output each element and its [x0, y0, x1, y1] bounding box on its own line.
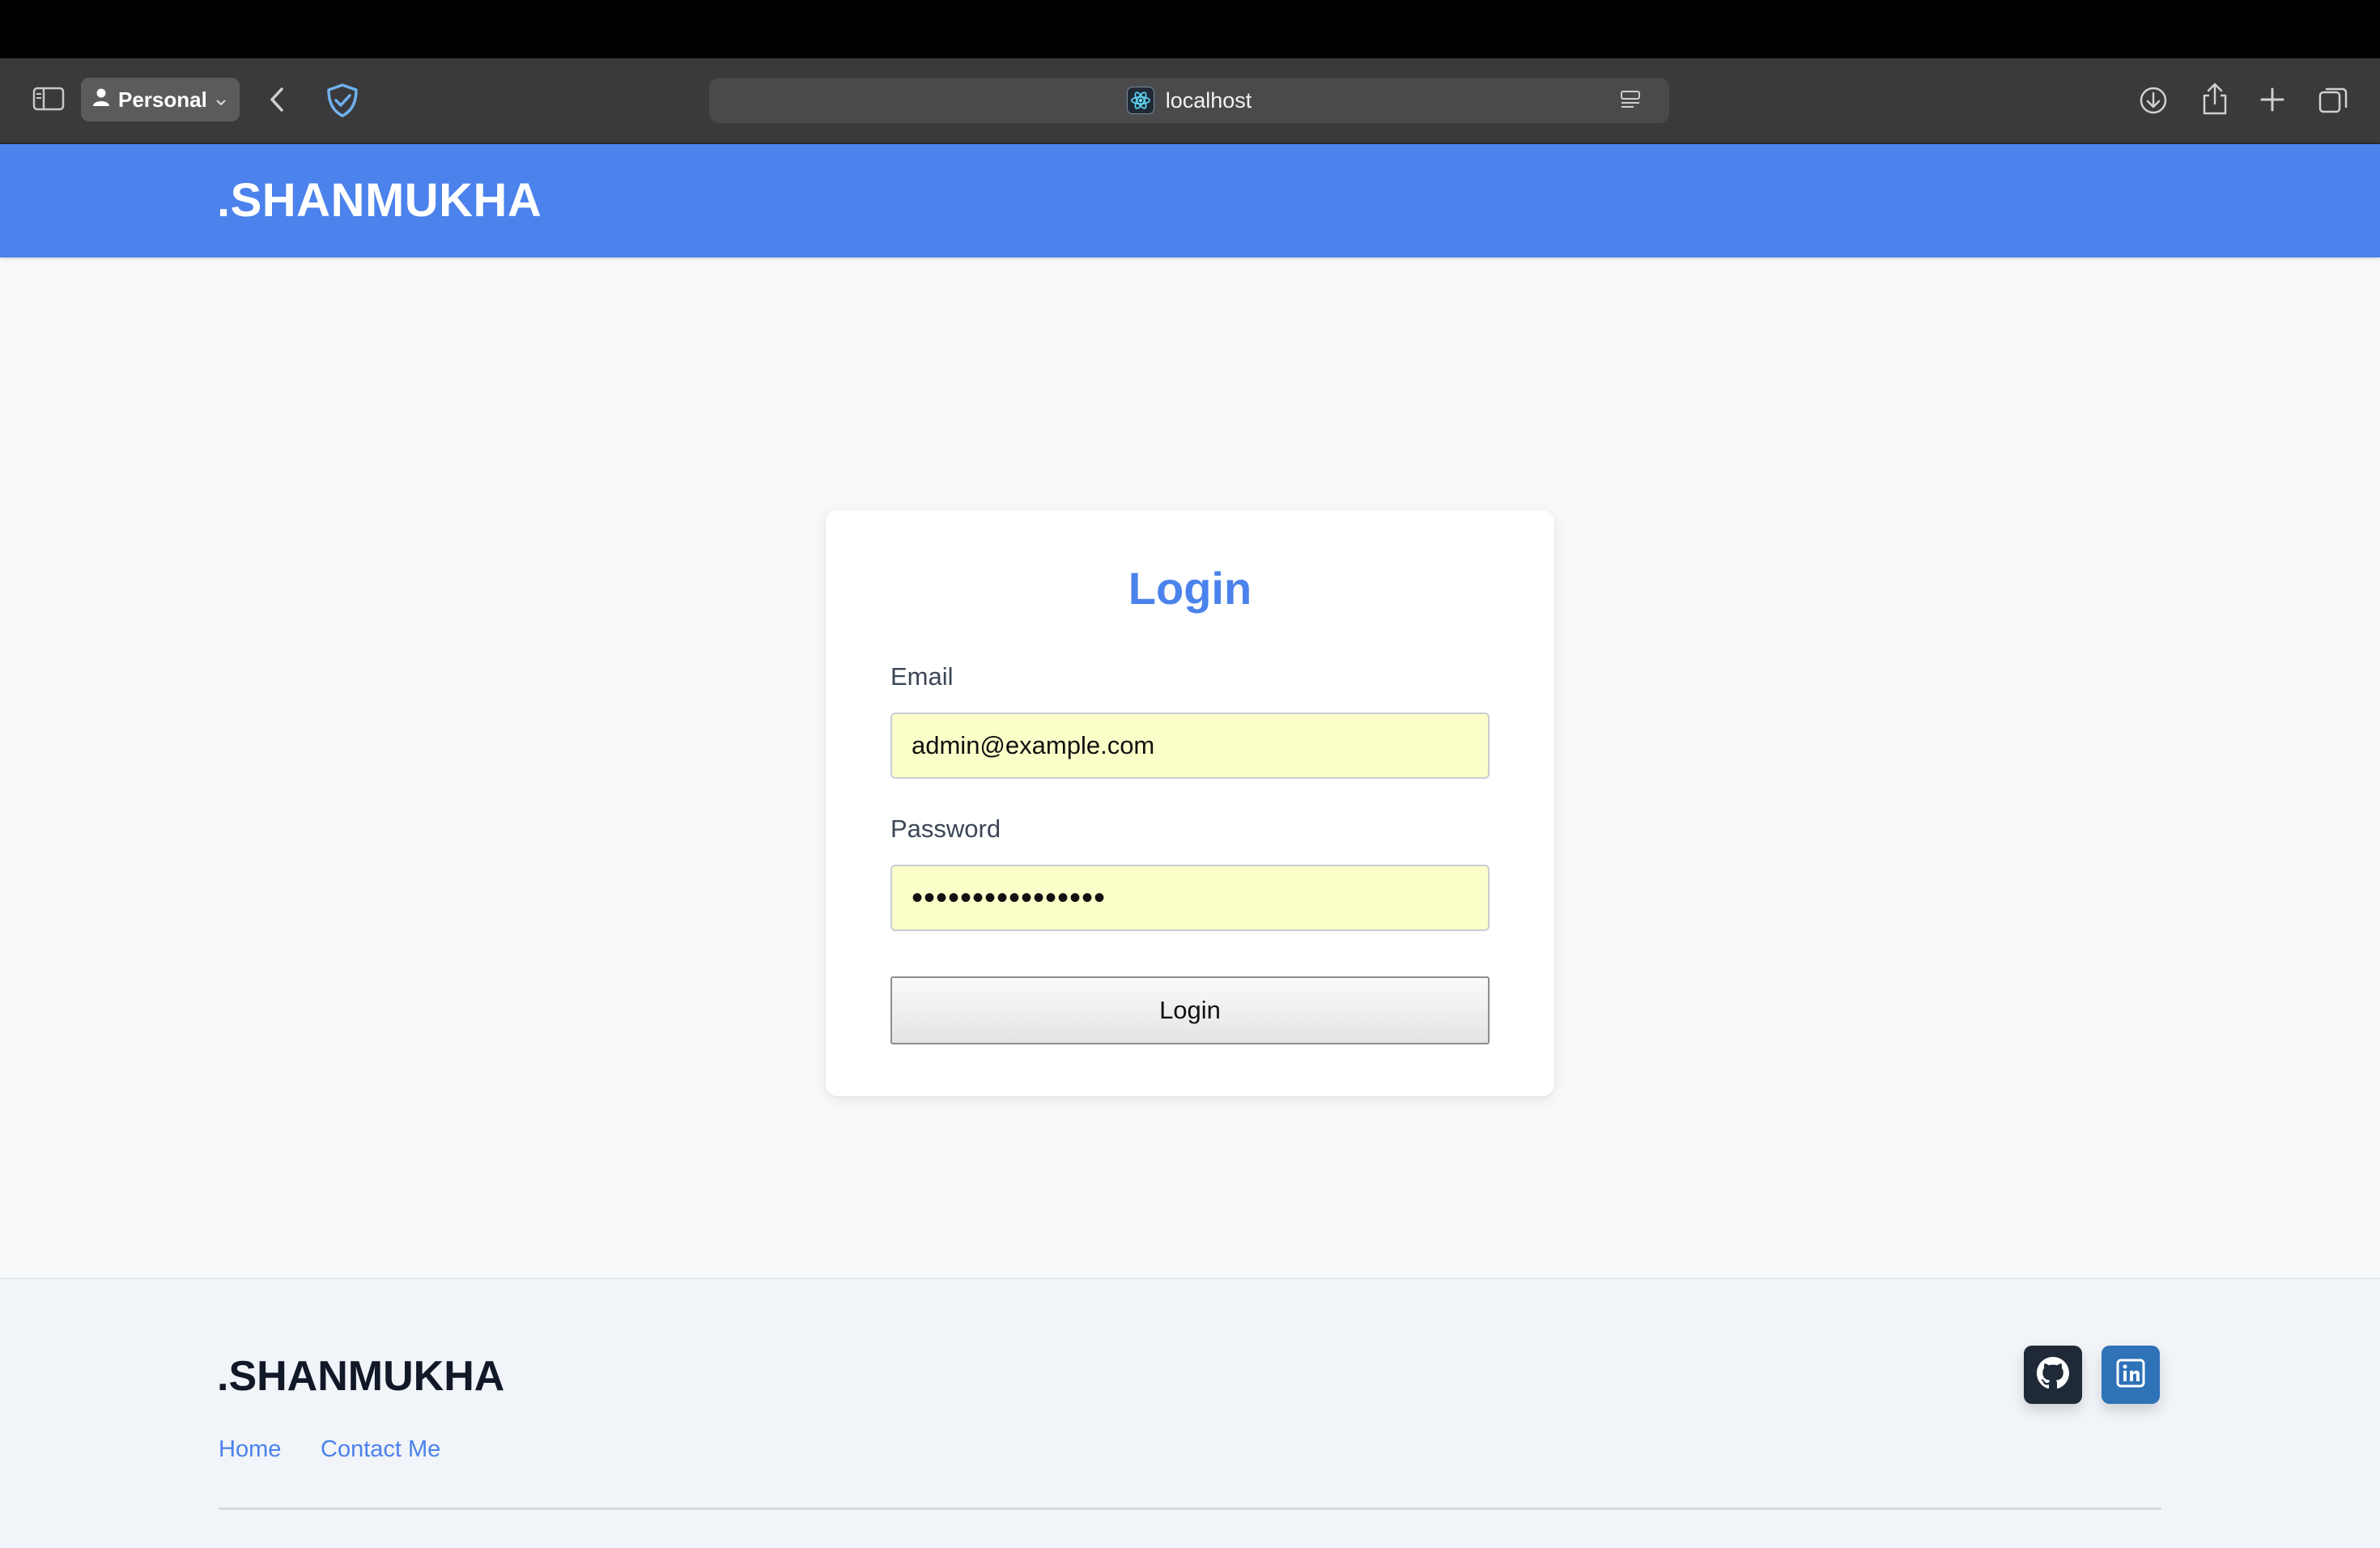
tab-overview-icon[interactable]: [2317, 84, 2349, 117]
brand-logo[interactable]: .SHANMUKHA: [217, 173, 542, 228]
footer-brand: .SHANMUKHA: [217, 1353, 505, 1400]
linkedin-button[interactable]: [2102, 1346, 2160, 1404]
downloads-icon[interactable]: [2137, 84, 2170, 117]
menu-bar: [0, 0, 2380, 58]
shield-icon[interactable]: [325, 83, 359, 118]
site-header: .SHANMUKHA: [0, 144, 2380, 257]
profile-selector[interactable]: Personal: [81, 78, 240, 121]
profile-label: Personal: [118, 87, 207, 112]
person-icon: [92, 87, 110, 113]
footer-link-home[interactable]: Home: [219, 1436, 281, 1463]
email-field[interactable]: [890, 712, 1490, 779]
address-bar[interactable]: localhost: [709, 78, 1669, 123]
login-title: Login: [1128, 563, 1252, 614]
chevron-down-icon: [215, 87, 227, 113]
react-favicon-icon: [1126, 87, 1154, 114]
login-card: Login Email Password Login: [826, 510, 1554, 1096]
browser-toolbar: Personal localhost: [0, 58, 2380, 144]
password-label: Password: [890, 814, 1001, 843]
address-text: localhost: [1165, 87, 1252, 113]
footer-divider: [219, 1508, 2161, 1510]
share-icon[interactable]: [2199, 81, 2231, 117]
reader-mode-icon[interactable]: [1619, 89, 1642, 117]
login-button[interactable]: Login: [890, 976, 1490, 1044]
github-button[interactable]: [2024, 1346, 2082, 1404]
sidebar-toggle-icon[interactable]: [32, 86, 65, 112]
footer-link-contact[interactable]: Contact Me: [321, 1436, 440, 1463]
email-label: Email: [890, 662, 954, 691]
site-footer: .SHANMUKHA Home Contact Me: [0, 1278, 2380, 1548]
new-tab-icon[interactable]: [2257, 84, 2288, 115]
github-icon: [2037, 1356, 2069, 1393]
password-field[interactable]: [890, 865, 1490, 931]
linkedin-icon: [2116, 1359, 2145, 1392]
back-icon[interactable]: [266, 84, 290, 115]
